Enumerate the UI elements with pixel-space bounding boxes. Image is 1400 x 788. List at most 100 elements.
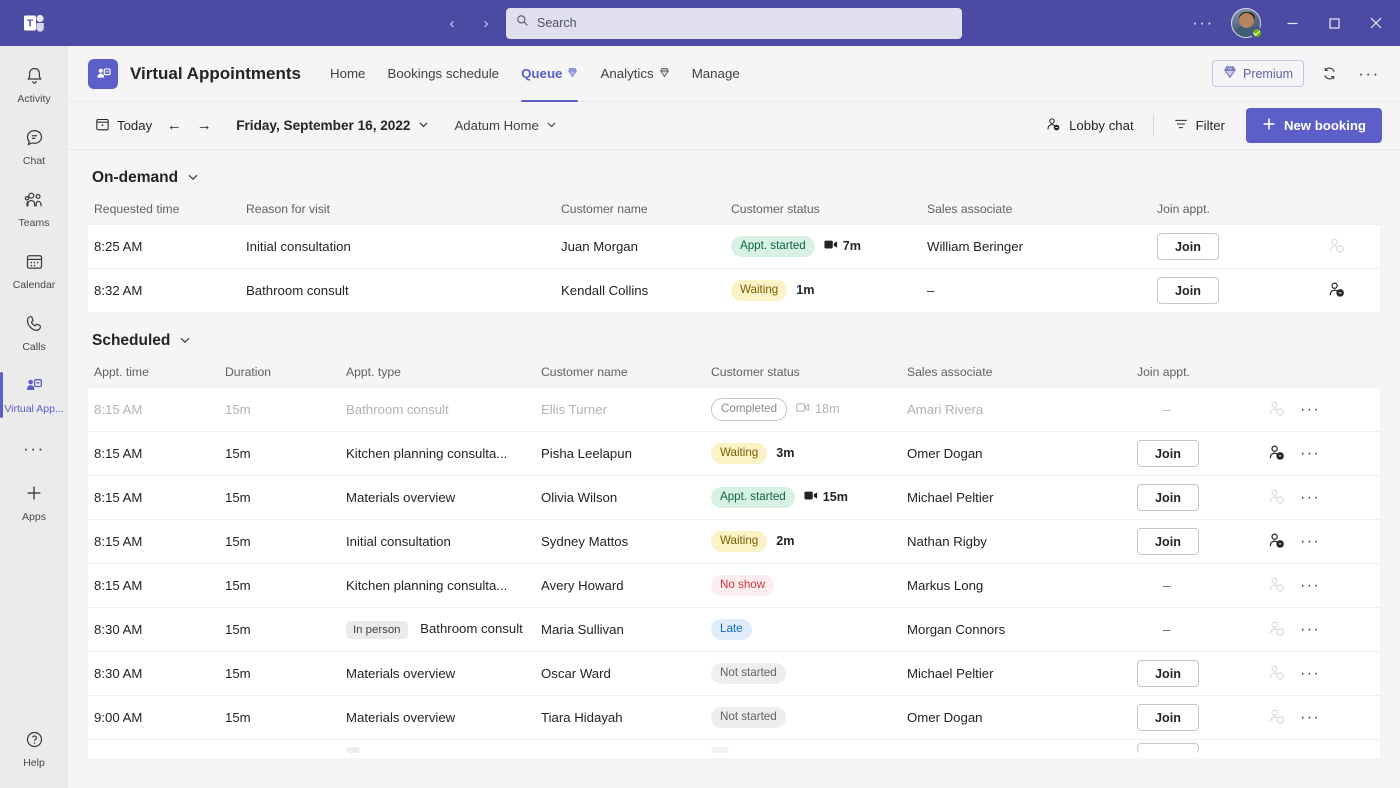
join-button[interactable]: Join xyxy=(1137,660,1199,687)
elapsed-timer: 7m xyxy=(824,239,861,253)
close-button[interactable] xyxy=(1356,0,1396,46)
join-button[interactable] xyxy=(1137,743,1199,753)
sidebar-item-apps[interactable]: Apps xyxy=(0,472,68,534)
table-row[interactable]: 8:15 AM 15m Materials overview Olivia Wi… xyxy=(88,476,1380,520)
table-row[interactable]: 8:30 AM 15m Materials overview Oscar War… xyxy=(88,652,1380,696)
customer-status: Appt. started 15m xyxy=(705,476,901,520)
row-more-options-icon[interactable]: ··· xyxy=(1300,710,1320,726)
section-header-scheduled[interactable]: Scheduled xyxy=(88,313,1380,356)
tab-home[interactable]: Home xyxy=(319,46,376,102)
row-more-options-icon[interactable]: ··· xyxy=(1300,402,1320,418)
previous-day-button[interactable]: ← xyxy=(159,112,189,140)
main-panel: Virtual Appointments Home Bookings sched… xyxy=(68,46,1400,788)
participant-chat-icon[interactable] xyxy=(1267,443,1286,465)
participant-chat-icon[interactable] xyxy=(1267,707,1286,729)
join-button[interactable]: Join xyxy=(1157,233,1219,260)
tab-label: Bookings schedule xyxy=(387,66,499,81)
tab-manage[interactable]: Manage xyxy=(681,46,751,102)
date-picker[interactable]: Friday, September 16, 2022 xyxy=(229,113,435,138)
join-appt-cell: Join xyxy=(1131,652,1261,696)
tab-label: Analytics xyxy=(600,66,653,81)
sidebar-item-virtual-appointments[interactable]: Virtual App... xyxy=(0,364,68,426)
tab-bookings-schedule[interactable]: Bookings schedule xyxy=(376,46,510,102)
row-more-options-icon[interactable]: ··· xyxy=(1300,490,1320,506)
app-tabs: Home Bookings schedule Queue Analytics xyxy=(319,46,751,102)
participant-chat-icon[interactable] xyxy=(1327,236,1346,258)
row-more-options-icon[interactable]: ··· xyxy=(1300,622,1320,638)
row-more-options-icon[interactable]: ··· xyxy=(1300,666,1320,682)
lobby-chat-label: Lobby chat xyxy=(1069,118,1134,133)
row-more-options-icon[interactable]: ··· xyxy=(1300,534,1320,550)
join-appt-cell: Join xyxy=(1151,269,1321,313)
timer-value: 7m xyxy=(843,239,861,253)
column-header: Reason for visit xyxy=(240,193,555,225)
table-row[interactable]: 8:32 AM Bathroom consult Kendall Collins… xyxy=(88,269,1380,313)
table-row[interactable]: 8:15 AM 15m Kitchen planning consulta...… xyxy=(88,432,1380,476)
join-button[interactable]: Join xyxy=(1137,528,1199,555)
table-row[interactable]: 8:15 AM 15m Bathroom consult Ellis Turne… xyxy=(88,388,1380,432)
elapsed-timer: 1m xyxy=(796,283,814,297)
chevron-down-icon[interactable] xyxy=(187,171,199,186)
avatar[interactable] xyxy=(1228,5,1264,41)
row-more-options-icon[interactable]: ··· xyxy=(1300,446,1320,462)
participant-chat-icon[interactable] xyxy=(1267,575,1286,597)
table-row[interactable]: 8:30 AM 15m In person Bathroom consult M… xyxy=(88,608,1380,652)
tab-queue[interactable]: Queue xyxy=(510,46,589,102)
customer-name: Maria Sullivan xyxy=(535,608,705,652)
location-picker[interactable]: Adatum Home xyxy=(448,113,564,138)
lobby-chat-button[interactable]: Lobby chat xyxy=(1038,111,1141,141)
filter-button[interactable]: Filter xyxy=(1166,111,1232,140)
duration: 15m xyxy=(219,388,340,432)
appt-type xyxy=(340,740,535,758)
sidebar-item-calls[interactable]: Calls xyxy=(0,302,68,364)
table-row[interactable]: 8:15 AM 15m Kitchen planning consulta...… xyxy=(88,564,1380,608)
sidebar-item-help[interactable]: Help xyxy=(0,718,68,780)
maximize-button[interactable] xyxy=(1314,0,1354,46)
forward-button[interactable]: › xyxy=(472,9,500,37)
titlebar-more-icon[interactable]: ··· xyxy=(1186,13,1220,33)
appt-time: 8:15 AM xyxy=(88,476,219,520)
join-button[interactable]: Join xyxy=(1137,484,1199,511)
bell-icon xyxy=(24,65,45,91)
status-badge: Late xyxy=(711,619,752,639)
section-title-label: On-demand xyxy=(92,169,178,187)
row-more-options-icon[interactable]: ··· xyxy=(1300,578,1320,594)
back-button[interactable]: ‹ xyxy=(438,9,466,37)
search-input[interactable]: Search xyxy=(506,8,962,39)
sidebar-item-calendar[interactable]: Calendar xyxy=(0,240,68,302)
participant-chat-icon[interactable] xyxy=(1267,399,1286,421)
scheduled-table: Appt. time Duration Appt. type Customer … xyxy=(88,356,1380,758)
sidebar-item-chat[interactable]: Chat xyxy=(0,116,68,178)
more-options-icon[interactable]: ··· xyxy=(1354,59,1384,89)
appt-time: 8:15 AM xyxy=(88,432,219,476)
join-button[interactable]: Join xyxy=(1157,277,1219,304)
minimize-button[interactable] xyxy=(1272,0,1312,46)
new-booking-button[interactable]: New booking xyxy=(1246,108,1382,143)
join-button[interactable]: Join xyxy=(1137,704,1199,731)
participant-chat-icon[interactable] xyxy=(1267,663,1286,685)
section-title-label: Scheduled xyxy=(92,332,170,350)
premium-badge[interactable]: Premium xyxy=(1212,60,1304,87)
section-header-on-demand[interactable]: On-demand xyxy=(88,150,1380,193)
participant-chat-icon[interactable] xyxy=(1267,531,1286,553)
sidebar-item-activity[interactable]: Activity xyxy=(0,54,68,116)
appt-type: Bathroom consult xyxy=(340,388,535,432)
elapsed-timer: 15m xyxy=(804,490,848,504)
chevron-down-icon[interactable] xyxy=(179,334,191,349)
rail-more-icon[interactable]: ··· xyxy=(23,426,45,472)
today-button[interactable]: Today xyxy=(88,112,159,140)
tab-analytics[interactable]: Analytics xyxy=(589,46,680,102)
table-row[interactable] xyxy=(88,740,1380,758)
sidebar-item-teams[interactable]: Teams xyxy=(0,178,68,240)
join-button[interactable]: Join xyxy=(1137,440,1199,467)
column-header: Duration xyxy=(219,356,340,388)
table-row[interactable]: 8:25 AM Initial consultation Juan Morgan… xyxy=(88,225,1380,269)
next-day-button[interactable]: → xyxy=(189,112,219,140)
participant-chat-icon[interactable] xyxy=(1267,487,1286,509)
refresh-icon[interactable] xyxy=(1314,59,1344,89)
table-row[interactable]: 8:15 AM 15m Initial consultation Sydney … xyxy=(88,520,1380,564)
participant-chat-icon[interactable] xyxy=(1327,280,1346,302)
participant-chat-icon[interactable] xyxy=(1267,619,1286,641)
table-row[interactable]: 9:00 AM 15m Materials overview Tiara Hid… xyxy=(88,696,1380,740)
sidebar-item-label: Calendar xyxy=(13,280,56,292)
